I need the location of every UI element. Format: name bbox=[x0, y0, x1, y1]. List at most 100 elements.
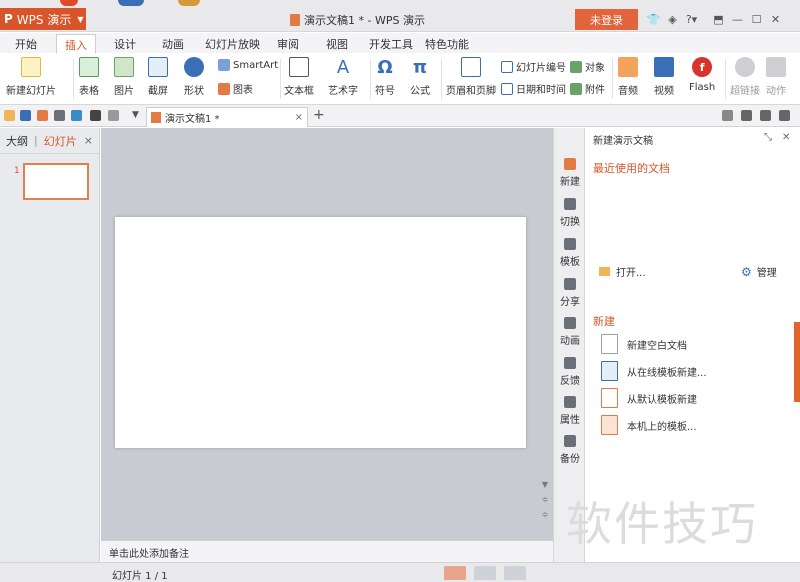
page-indicator: 幻灯片 1 / 1 bbox=[112, 571, 168, 582]
next-slide-icon[interactable]: ≑ bbox=[542, 510, 549, 519]
gear-icon: ⚙ bbox=[741, 264, 752, 279]
shape-button[interactable]: 形状 bbox=[184, 57, 204, 97]
chat-icon[interactable]: ◈ bbox=[663, 10, 682, 28]
sidebar-properties[interactable]: 属性 bbox=[554, 396, 586, 426]
open-button[interactable]: 打开... bbox=[599, 264, 646, 279]
slide-number-icon bbox=[501, 60, 513, 73]
slide-thumbnail[interactable] bbox=[23, 163, 89, 200]
online-template-icon bbox=[601, 361, 618, 381]
new-slide-button[interactable]: 新建幻灯片 bbox=[6, 57, 56, 97]
login-button[interactable]: 未登录 bbox=[575, 9, 638, 30]
toolbar-icon[interactable] bbox=[779, 110, 790, 121]
new-blank-doc[interactable]: 新建空白文档 bbox=[601, 334, 687, 354]
new-from-default-template[interactable]: 从默认模板新建 bbox=[601, 388, 697, 408]
menu-tabs: 开始 插入 设计 动画 幻灯片放映 审阅 视图 开发工具 特色功能 bbox=[0, 33, 800, 53]
sidebar-share[interactable]: 分享 bbox=[554, 278, 586, 308]
redo-icon[interactable] bbox=[108, 110, 119, 121]
tab-special[interactable]: 特色功能 bbox=[425, 36, 469, 52]
reading-view-icon[interactable] bbox=[504, 566, 526, 580]
table-button[interactable]: 表格 bbox=[79, 57, 99, 97]
preview-icon[interactable] bbox=[71, 110, 82, 121]
sidebar-animation[interactable]: 动画 bbox=[554, 317, 586, 347]
tab-insert[interactable]: 插入 bbox=[56, 34, 96, 53]
tab-slideshow[interactable]: 幻灯片放映 bbox=[205, 36, 260, 52]
hyperlink-button[interactable]: 超链接 bbox=[730, 57, 760, 97]
sidebar-transition[interactable]: 切换 bbox=[554, 198, 586, 228]
tab-animation[interactable]: 动画 bbox=[162, 36, 184, 52]
open-icon[interactable] bbox=[4, 110, 15, 121]
tab-home[interactable]: 开始 bbox=[15, 36, 37, 52]
slide[interactable] bbox=[115, 217, 526, 448]
action-button[interactable]: 动作 bbox=[766, 57, 786, 97]
normal-view-icon[interactable] bbox=[444, 566, 466, 580]
presentation-file-icon bbox=[151, 112, 161, 123]
quick-access-bar: ▼ 演示文稿1 * × + bbox=[0, 105, 800, 127]
new-tab-icon[interactable]: + bbox=[313, 107, 325, 123]
new-from-online-template[interactable]: 从在线模板新建... bbox=[601, 361, 707, 381]
close-panel-icon[interactable]: × bbox=[84, 134, 93, 147]
sidebar-template[interactable]: 模板 bbox=[554, 238, 586, 268]
header-footer-button[interactable]: 页眉和页脚 bbox=[446, 57, 496, 97]
restore-icon[interactable]: ⬒ bbox=[709, 10, 728, 28]
layout-icon[interactable] bbox=[741, 110, 752, 121]
prev-slide-icon[interactable]: ≑ bbox=[542, 495, 549, 504]
textbox-button[interactable]: 文本框 bbox=[284, 57, 314, 97]
chevron-down-icon[interactable]: ▼ bbox=[132, 110, 143, 121]
local-templates[interactable]: 本机上的模板... bbox=[601, 415, 697, 435]
share-icon bbox=[564, 278, 576, 290]
task-pane-title[interactable]: 新建演示文稿 bbox=[593, 132, 653, 147]
tab-outline[interactable]: 大纲 bbox=[6, 133, 28, 149]
minimize-icon[interactable]: — bbox=[728, 10, 747, 28]
smartart-button[interactable]: SmartArt bbox=[218, 59, 278, 71]
save-icon[interactable] bbox=[20, 110, 31, 121]
chart-button[interactable]: 图表 bbox=[218, 81, 253, 96]
tab-developer[interactable]: 开发工具 bbox=[369, 36, 413, 52]
pin-icon[interactable] bbox=[722, 110, 733, 121]
sidebar-backup[interactable]: 备份 bbox=[554, 435, 586, 465]
video-icon bbox=[654, 57, 674, 77]
print-icon[interactable] bbox=[54, 110, 65, 121]
shirt-icon[interactable]: 👕 bbox=[644, 10, 663, 28]
scroll-down-icon[interactable]: ▼ bbox=[542, 480, 548, 489]
datetime-button[interactable]: 日期和时间 bbox=[501, 81, 566, 96]
object-button[interactable]: 对象 bbox=[570, 59, 605, 74]
tab-review[interactable]: 审阅 bbox=[277, 36, 299, 52]
notes-pane[interactable]: 单击此处添加备注 bbox=[101, 540, 553, 562]
tab-design[interactable]: 设计 bbox=[114, 36, 136, 52]
close-icon[interactable]: ✕ bbox=[766, 10, 785, 28]
tab-slides[interactable]: 幻灯片 bbox=[44, 133, 77, 149]
pane-collapse-handle[interactable] bbox=[794, 322, 800, 402]
backup-icon bbox=[564, 435, 576, 447]
flash-button[interactable]: f Flash bbox=[689, 57, 715, 93]
picture-button[interactable]: 图片 bbox=[114, 57, 134, 97]
close-pane-icon[interactable]: ✕ bbox=[782, 132, 790, 143]
wordart-button[interactable]: A 艺术字 bbox=[328, 56, 358, 98]
folder-icon bbox=[599, 267, 610, 276]
transition-icon bbox=[564, 198, 576, 210]
sidebar-feedback[interactable]: 反馈 bbox=[554, 357, 586, 387]
formula-button[interactable]: π 公式 bbox=[410, 56, 430, 98]
attachment-button[interactable]: 附件 bbox=[570, 81, 605, 96]
audio-button[interactable]: 音频 bbox=[618, 57, 638, 97]
maximize-icon[interactable]: ☐ bbox=[747, 10, 766, 28]
close-tab-icon[interactable]: × bbox=[295, 112, 303, 123]
pi-icon: π bbox=[412, 56, 428, 78]
wordart-icon: A bbox=[336, 56, 350, 78]
app-menu-button[interactable]: P WPS 演示 ▼ bbox=[0, 8, 86, 30]
new-heading: 新建 bbox=[593, 315, 615, 328]
document-tab[interactable]: 演示文稿1 * × bbox=[146, 107, 308, 127]
attachment-icon bbox=[570, 82, 582, 95]
slide-number-button[interactable]: 幻灯片编号 bbox=[501, 59, 566, 74]
help-icon[interactable]: ?▾ bbox=[682, 10, 701, 28]
dock-icon[interactable]: ⤡ bbox=[764, 132, 772, 143]
symbol-button[interactable]: Ω 符号 bbox=[375, 57, 395, 98]
video-button[interactable]: 视频 bbox=[654, 57, 674, 97]
export-icon[interactable] bbox=[37, 110, 48, 121]
screenshot-button[interactable]: 截屏 bbox=[148, 57, 168, 97]
slide-sorter-icon[interactable] bbox=[474, 566, 496, 580]
dropdown-icon[interactable] bbox=[760, 110, 771, 121]
undo-icon[interactable] bbox=[90, 110, 101, 121]
tab-view[interactable]: 视图 bbox=[326, 36, 348, 52]
sidebar-new[interactable]: 新建 bbox=[554, 158, 586, 188]
manage-button[interactable]: ⚙ 管理 bbox=[741, 264, 777, 280]
